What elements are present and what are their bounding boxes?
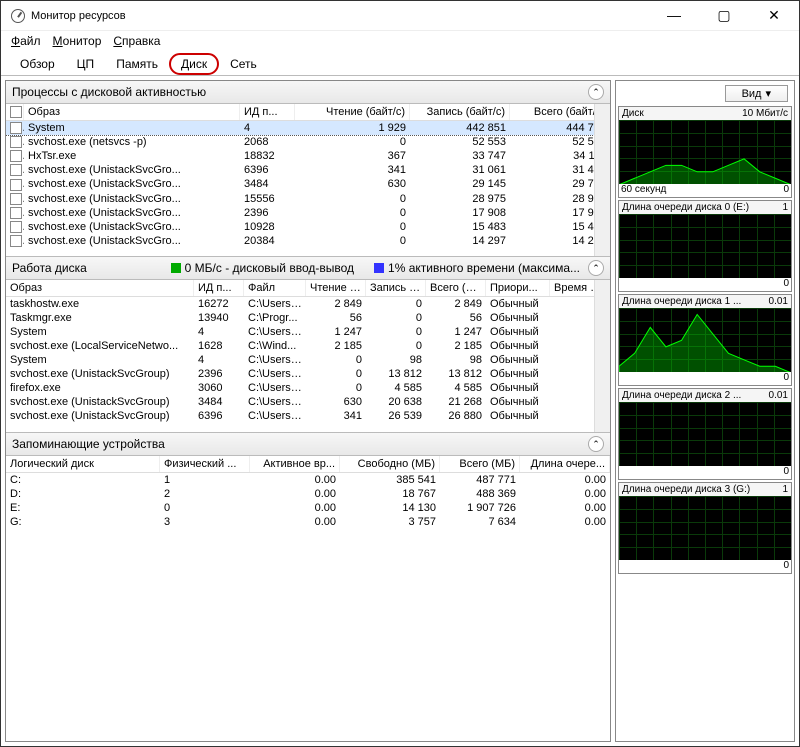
table-row[interactable]: Taskmgr.exe13940 C:\Progr...56 056 Обычн…	[6, 311, 610, 325]
close-button[interactable]: ✕	[759, 7, 789, 24]
table-row[interactable]: System4 C:\Users\...1 247 01 247 Обычный…	[6, 325, 610, 339]
checkbox[interactable]	[10, 164, 22, 176]
titlebar[interactable]: Монитор ресурсов — ▢ ✕	[1, 1, 799, 31]
table-row[interactable]: svchost.exe (UnistackSvcGro...6396 34131…	[6, 163, 610, 177]
tab-cpu[interactable]: ЦП	[66, 53, 106, 75]
table-row[interactable]: svchost.exe (UnistackSvcGro...10928 015 …	[6, 220, 610, 234]
table-row[interactable]: svchost.exe (UnistackSvcGroup)6396 C:\Us…	[6, 409, 610, 423]
table-row[interactable]: svchost.exe (UnistackSvcGro...15556 028 …	[6, 192, 610, 206]
table-row[interactable]: svchost.exe (UnistackSvcGroup)3484 C:\Us…	[6, 395, 610, 409]
table-row[interactable]: D:2 0.0018 767 488 3690.00	[6, 487, 610, 501]
table-row[interactable]: G:3 0.003 757 7 6340.00	[6, 515, 610, 529]
table-row[interactable]: HxTsr.exe18832 36733 747 34 115	[6, 149, 610, 163]
tabs: Обзор ЦП Память Диск Сеть	[1, 51, 799, 76]
chevron-up-icon[interactable]: ⌃	[588, 260, 604, 276]
graph-4: Длина очереди диска 3 (G:)1 0	[618, 482, 792, 574]
caret-down-icon: ▾	[765, 87, 771, 100]
menu-help[interactable]: Справка	[113, 34, 160, 48]
tab-overview[interactable]: Обзор	[9, 53, 66, 75]
legend-io: 0 МБ/с - дисковый ввод-вывод	[185, 261, 354, 275]
table-row[interactable]: firefox.exe3060 C:\Users\...0 4 5854 585…	[6, 381, 610, 395]
chevron-up-icon[interactable]: ⌃	[588, 436, 604, 452]
table-row[interactable]: taskhostw.exe16272 C:\Users\...2 849 02 …	[6, 297, 610, 311]
checkbox[interactable]	[10, 221, 22, 233]
checkbox-all[interactable]	[10, 106, 22, 118]
section-title: Запоминающие устройства	[12, 437, 165, 451]
tab-disk[interactable]: Диск	[169, 53, 219, 75]
checkbox[interactable]	[10, 179, 22, 191]
table-row[interactable]: svchost.exe (UnistackSvcGro...3484 63029…	[6, 177, 610, 191]
maximize-button[interactable]: ▢	[709, 7, 739, 24]
scrollbar[interactable]	[594, 104, 610, 256]
table-row[interactable]: System4 1 929442 851 444 780	[6, 121, 610, 135]
legend-color-icon	[171, 263, 181, 273]
section-disk-processes-header[interactable]: Процессы с дисковой активностью ⌃	[6, 81, 610, 104]
columns-header[interactable]: Образ ИД п... Файл Чтение (... Запись (.…	[6, 280, 610, 297]
table-row[interactable]: C:1 0.00385 541 487 7710.00	[6, 473, 610, 487]
table-row[interactable]: E:0 0.0014 130 1 907 7260.00	[6, 501, 610, 515]
checkbox[interactable]	[10, 207, 22, 219]
columns-header[interactable]: Логический диск Физический ... Активное …	[6, 456, 610, 473]
tab-memory[interactable]: Память	[105, 53, 169, 75]
menubar: Файл Монитор Справка	[1, 31, 799, 51]
checkbox[interactable]	[10, 136, 22, 148]
view-button[interactable]: Вид ▾	[725, 85, 788, 102]
window-title: Монитор ресурсов	[31, 10, 126, 22]
checkbox[interactable]	[10, 150, 22, 162]
section-title: Процессы с дисковой активностью	[12, 85, 206, 99]
graph-3: Длина очереди диска 2 ...0.01 0	[618, 388, 792, 480]
checkbox[interactable]	[10, 235, 22, 247]
minimize-button[interactable]: —	[659, 7, 689, 24]
table-row[interactable]: svchost.exe (LocalServiceNetwo...1628 C:…	[6, 339, 610, 353]
table-row[interactable]: System4 C:\Users\...0 9898 Обычный0	[6, 353, 610, 367]
app-icon	[11, 9, 25, 23]
legend-active: 1% активного времени (максима...	[388, 261, 580, 275]
checkbox[interactable]	[10, 122, 22, 134]
columns-header[interactable]: Образ ИД п... Чтение (байт/с) Запись (ба…	[6, 104, 610, 121]
tab-network[interactable]: Сеть	[219, 53, 268, 75]
chevron-up-icon[interactable]: ⌃	[588, 84, 604, 100]
menu-file[interactable]: Файл	[11, 34, 41, 48]
graph-0: Диск10 Мбит/с 60 секунд0	[618, 106, 792, 198]
checkbox[interactable]	[10, 193, 22, 205]
table-row[interactable]: svchost.exe (UnistackSvcGroup)2396 C:\Us…	[6, 367, 610, 381]
legend-color-icon	[374, 263, 384, 273]
graph-2: Длина очереди диска 1 ...0.01 0	[618, 294, 792, 386]
table-row[interactable]: svchost.exe (UnistackSvcGro...20384 014 …	[6, 234, 610, 248]
scrollbar[interactable]	[594, 280, 610, 432]
table-row[interactable]: svchost.exe (UnistackSvcGro...2396 017 9…	[6, 206, 610, 220]
menu-monitor[interactable]: Монитор	[53, 34, 102, 48]
section-storage-header[interactable]: Запоминающие устройства ⌃	[6, 432, 610, 456]
section-disk-activity-header[interactable]: Работа диска 0 МБ/с - дисковый ввод-выво…	[6, 256, 610, 280]
graph-1: Длина очереди диска 0 (E:)1 0	[618, 200, 792, 292]
section-title: Работа диска	[12, 261, 87, 275]
table-row[interactable]: svchost.exe (netsvcs -p)2068 052 553 52 …	[6, 135, 610, 149]
